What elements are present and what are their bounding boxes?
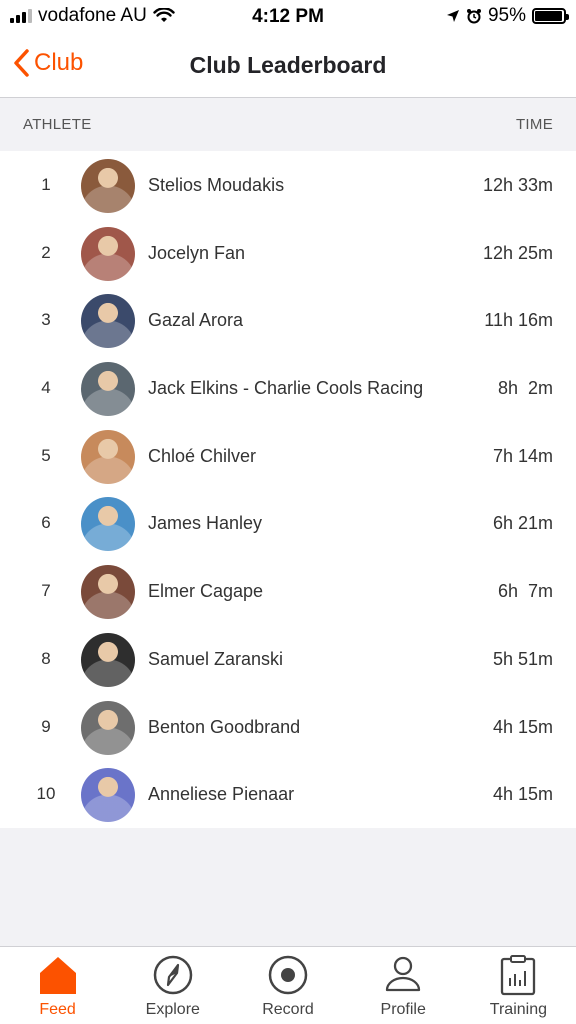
athlete-name[interactable]: Stelios Moudakis — [148, 175, 284, 196]
athlete-time: 7h 14m — [492, 445, 553, 466]
leaderboard-row[interactable]: 3 Gazal Arora 11h 16m — [0, 286, 576, 354]
leaderboard-row[interactable]: 7 Elmer Cagape 6h 7m — [0, 557, 576, 625]
athlete-name[interactable]: James Hanley — [148, 513, 262, 534]
athlete-time: 12h 25m — [482, 242, 553, 263]
athlete-avatar[interactable] — [81, 497, 135, 552]
rank-number: 3 — [41, 310, 51, 330]
battery-fill — [535, 11, 562, 21]
athlete-avatar[interactable] — [81, 700, 135, 755]
status-bar: vodafone AU 4:12 PM 95% — [0, 0, 576, 34]
leaderboard-row[interactable]: 1 Stelios Moudakis 12h 33m — [0, 151, 576, 219]
location-arrow-icon — [446, 10, 459, 22]
athlete-avatar[interactable] — [81, 362, 135, 417]
athlete-time: 4h 15m — [492, 716, 553, 737]
athlete-time: 6h 21m — [492, 513, 553, 534]
athlete-avatar[interactable] — [81, 226, 135, 281]
alarm-icon — [466, 9, 481, 24]
time-column-label: TIME — [515, 116, 553, 133]
column-header: ATHLETE TIME — [0, 99, 576, 151]
athlete-name[interactable]: Chloé Chilver — [148, 446, 256, 467]
rank-number: 10 — [36, 784, 56, 804]
athlete-time: 5h 51m — [492, 648, 553, 669]
rank-number: 6 — [41, 513, 51, 533]
athlete-time: 12h 33m — [482, 175, 553, 195]
tab-label: Record — [262, 1001, 314, 1018]
leaderboard-row[interactable]: 6 James Hanley 6h 21m — [0, 489, 576, 557]
page-title: Club Leaderboard — [189, 52, 387, 78]
athlete-avatar[interactable] — [81, 429, 135, 484]
tab-label: Training — [489, 1001, 548, 1018]
tab-bar: Feed Explore Record Profile Training — [0, 946, 576, 1024]
leaderboard-row[interactable]: 5 Chloé Chilver 7h 14m — [0, 422, 576, 490]
tab-profile[interactable]: Profile — [346, 947, 461, 1024]
record-icon — [266, 953, 310, 997]
tab-explore[interactable]: Explore — [115, 947, 230, 1024]
rank-number: 7 — [41, 581, 51, 601]
leaderboard-row[interactable]: 8 Samuel Zaranski 5h 51m — [0, 625, 576, 693]
athlete-name[interactable]: Elmer Cagape — [148, 581, 263, 602]
leaderboard-row[interactable]: 9 Benton Goodbrand 4h 15m — [0, 693, 576, 761]
athlete-time: 6h 7m — [497, 581, 553, 602]
profile-icon — [381, 953, 425, 997]
battery-icon — [532, 8, 569, 24]
athlete-name[interactable]: Samuel Zaranski — [148, 649, 283, 670]
tab-label: Profile — [380, 1001, 426, 1018]
nav-bar: Club Club Leaderboard — [0, 34, 576, 98]
battery-percent: 95% — [487, 5, 526, 26]
athlete-avatar[interactable] — [81, 565, 135, 620]
athlete-name[interactable]: Jocelyn Fan — [148, 243, 245, 264]
tab-record[interactable]: Record — [230, 947, 345, 1024]
tab-label: Feed — [39, 1001, 76, 1018]
athlete-time: 4h 15m — [492, 784, 553, 805]
rank-number: 5 — [41, 445, 51, 465]
athlete-avatar[interactable] — [81, 632, 135, 687]
athlete-name[interactable]: Anneliese Pienaar — [148, 784, 294, 805]
leaderboard-row[interactable]: 10 Anneliese Pienaar 4h 15m — [0, 760, 576, 828]
home-icon — [36, 953, 80, 997]
leaderboard-row[interactable]: 2 Jocelyn Fan 12h 25m — [0, 219, 576, 287]
athlete-avatar[interactable] — [81, 159, 135, 213]
athlete-time: 11h 16m — [484, 310, 553, 331]
athlete-name[interactable]: Jack Elkins - Charlie Cools Racing — [148, 378, 423, 399]
compass-icon — [151, 953, 195, 997]
athlete-avatar[interactable] — [81, 768, 135, 823]
leaderboard-row[interactable]: 4 Jack Elkins - Charlie Cools Racing 8h 2m — [0, 354, 576, 422]
athlete-time: 8h 2m — [497, 378, 553, 399]
tab-label: Explore — [145, 1001, 200, 1018]
rank-number: 2 — [41, 242, 51, 262]
training-icon — [496, 953, 540, 997]
rank-number: 9 — [41, 716, 51, 736]
athlete-name[interactable]: Benton Goodbrand — [148, 717, 300, 738]
screen: vodafone AU 4:12 PM 95% Club Club Leader… — [0, 0, 576, 1024]
tab-feed[interactable]: Feed — [0, 947, 115, 1024]
athlete-column-label: ATHLETE — [23, 116, 92, 133]
tab-training[interactable]: Training — [461, 947, 576, 1024]
leaderboard-list: 1 Stelios Moudakis 12h 33m 2 Jocelyn Fan 12h … — [0, 151, 576, 828]
status-right: 95% — [446, 5, 569, 27]
rank-number: 1 — [41, 175, 51, 194]
rank-number: 8 — [41, 648, 51, 668]
athlete-name[interactable]: Gazal Arora — [148, 310, 243, 331]
athlete-avatar[interactable] — [81, 294, 135, 349]
rank-number: 4 — [41, 378, 51, 398]
